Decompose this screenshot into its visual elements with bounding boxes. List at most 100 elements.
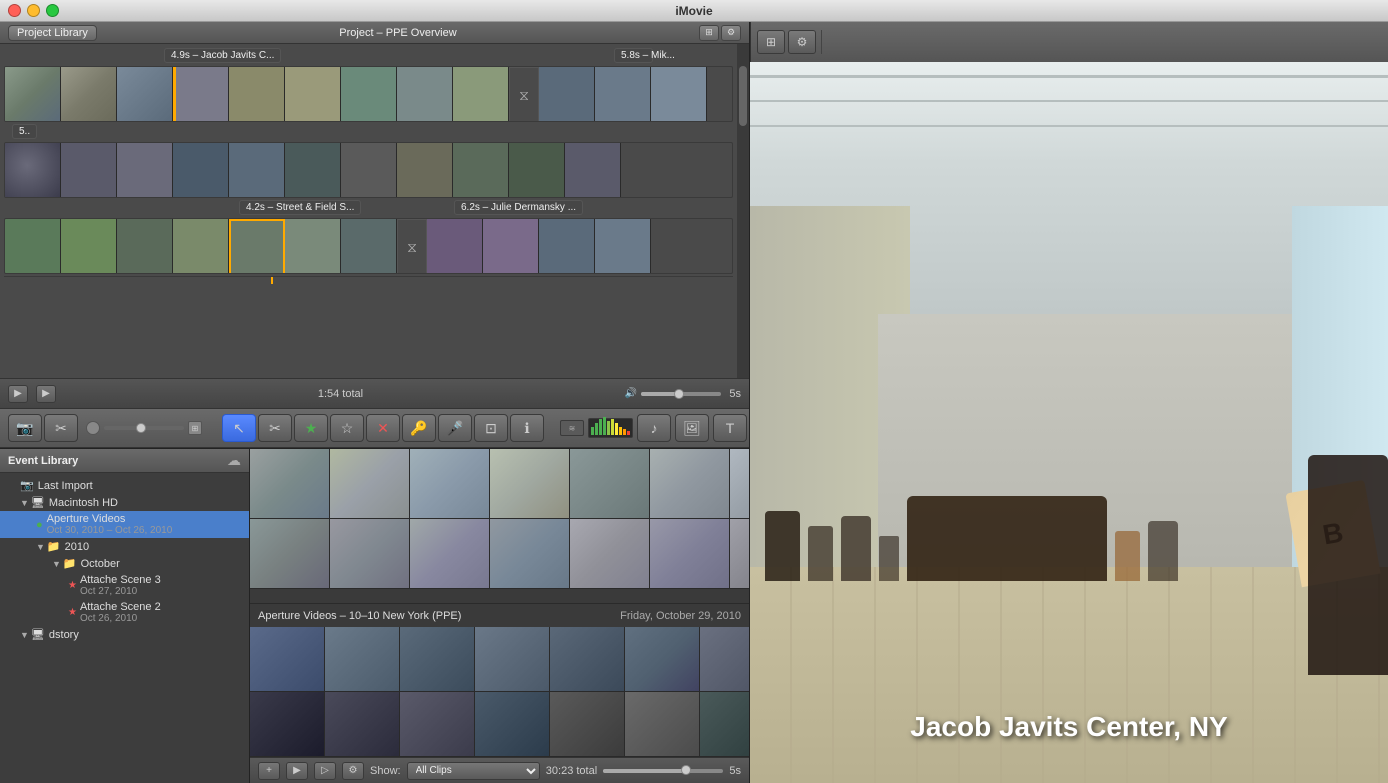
film-cell[interactable] bbox=[397, 67, 453, 122]
settings-btn[interactable]: ⚙ bbox=[788, 30, 816, 54]
project-library-button[interactable]: Project Library bbox=[8, 25, 97, 41]
action-button[interactable]: ⚙ bbox=[721, 25, 741, 41]
clip-thumb[interactable] bbox=[475, 692, 550, 757]
film-cell[interactable] bbox=[341, 143, 397, 198]
film-cell[interactable] bbox=[61, 67, 117, 122]
film-cell[interactable] bbox=[117, 143, 173, 198]
film-cell[interactable] bbox=[173, 67, 229, 122]
zoom-slider[interactable] bbox=[641, 392, 721, 396]
photo-tool[interactable]: 🖼 bbox=[675, 414, 709, 442]
film-cell[interactable] bbox=[595, 67, 651, 122]
clip-thumb[interactable] bbox=[410, 519, 490, 589]
clip-thumb[interactable] bbox=[625, 692, 700, 757]
tree-item-last-import[interactable]: 📷 Last Import bbox=[0, 477, 249, 494]
clip-thumb[interactable] bbox=[490, 519, 570, 589]
film-cell[interactable] bbox=[5, 143, 61, 198]
clip-thumb[interactable] bbox=[700, 627, 749, 692]
clip-thumb[interactable] bbox=[550, 627, 625, 692]
camera-tool[interactable]: 📷 bbox=[8, 414, 42, 442]
event-clip-row-1[interactable] bbox=[250, 449, 749, 519]
film-cell[interactable] bbox=[117, 67, 173, 122]
clip-thumb[interactable] bbox=[410, 449, 490, 519]
clip-thumb[interactable] bbox=[400, 692, 475, 757]
clip-thumb[interactable] bbox=[325, 692, 400, 757]
clip-thumb[interactable] bbox=[250, 692, 325, 757]
film-cell[interactable] bbox=[453, 67, 509, 122]
scrollbar-thumb[interactable] bbox=[739, 66, 747, 126]
film-cell[interactable] bbox=[427, 219, 483, 274]
film-cell[interactable] bbox=[5, 219, 61, 274]
film-cell[interactable] bbox=[285, 67, 341, 122]
event-tree[interactable]: 📷 Last Import ▼ 🖥 Macintosh HD ● Apertur… bbox=[0, 473, 249, 783]
film-cell[interactable] bbox=[483, 219, 539, 274]
film-cell[interactable] bbox=[341, 219, 397, 274]
fit-button[interactable]: ⊞ bbox=[757, 30, 785, 54]
play-button-bc[interactable]: ▶ bbox=[286, 762, 308, 780]
clip-thumb[interactable] bbox=[250, 627, 325, 692]
settings-button[interactable]: ⚙ bbox=[342, 762, 364, 780]
film-cell[interactable] bbox=[539, 219, 595, 274]
minimize-button[interactable] bbox=[27, 4, 40, 17]
clip-thumb[interactable] bbox=[550, 692, 625, 757]
edit-tool[interactable]: ✂ bbox=[44, 414, 78, 442]
play-fullscreen-button[interactable]: ▶ bbox=[36, 385, 56, 403]
clip-thumb[interactable] bbox=[730, 519, 749, 589]
event-clip-row-2[interactable] bbox=[250, 519, 749, 589]
clip-thumb[interactable] bbox=[570, 519, 650, 589]
clip-length-slider[interactable] bbox=[603, 769, 723, 773]
crop-tool[interactable]: ⊡ bbox=[474, 414, 508, 442]
film-cell[interactable] bbox=[173, 219, 229, 274]
clip-thumb[interactable] bbox=[650, 449, 730, 519]
film-cell[interactable] bbox=[173, 143, 229, 198]
film-cell[interactable] bbox=[651, 67, 707, 122]
tree-item-dstory[interactable]: ▼ 🖥 dstory bbox=[0, 626, 249, 643]
favorite-tool[interactable]: ★ bbox=[294, 414, 328, 442]
clip-thumb[interactable] bbox=[250, 449, 330, 519]
tree-item-aperture-videos[interactable]: ● Aperture Videos Oct 30, 2010 – Oct 26,… bbox=[0, 511, 249, 538]
clip-thumb[interactable] bbox=[730, 449, 749, 519]
film-cell[interactable] bbox=[509, 143, 565, 198]
clip-thumb[interactable] bbox=[700, 692, 749, 757]
film-cell[interactable] bbox=[341, 67, 397, 122]
film-cell[interactable] bbox=[285, 219, 341, 274]
window-controls[interactable] bbox=[8, 4, 59, 17]
transition-icon[interactable]: ⧖ bbox=[397, 219, 427, 274]
clip-thumb[interactable] bbox=[250, 519, 330, 589]
transition-icon[interactable]: ⧖ bbox=[509, 67, 539, 122]
select-tool[interactable]: ↖ bbox=[222, 414, 256, 442]
close-button[interactable] bbox=[8, 4, 21, 17]
clip-thumb[interactable] bbox=[325, 627, 400, 692]
film-cell[interactable] bbox=[61, 219, 117, 274]
event-clip-row-4[interactable] bbox=[250, 692, 749, 757]
clip-thumb[interactable] bbox=[490, 449, 570, 519]
tree-item-attache-scene-3[interactable]: ★ Attache Scene 3 Oct 27, 2010 bbox=[0, 572, 249, 599]
film-cell[interactable] bbox=[229, 143, 285, 198]
film-cell[interactable] bbox=[229, 67, 285, 122]
timeline-clip-area[interactable]: 4.9s – Jacob Javits C... 5.8s – Mik... bbox=[0, 44, 749, 378]
show-select[interactable]: All Clips Favorites Favorites and Reject… bbox=[407, 762, 540, 780]
tree-item-macintosh-hd[interactable]: ▼ 🖥 Macintosh HD bbox=[0, 494, 249, 511]
tree-item-2010[interactable]: ▼ 📁 2010 bbox=[0, 538, 249, 555]
voiceover-tool[interactable]: 🎤 bbox=[438, 414, 472, 442]
film-cell[interactable] bbox=[453, 143, 509, 198]
play-loop-button[interactable]: ▷ bbox=[314, 762, 336, 780]
film-cell[interactable] bbox=[61, 143, 117, 198]
info-tool[interactable]: ℹ bbox=[510, 414, 544, 442]
film-cell[interactable] bbox=[229, 219, 285, 274]
tree-item-attache-scene-2[interactable]: ★ Attache Scene 2 Oct 26, 2010 bbox=[0, 599, 249, 626]
unfavorite-tool[interactable]: ☆ bbox=[330, 414, 364, 442]
clip-thumb[interactable] bbox=[650, 519, 730, 589]
icloud-button[interactable]: ☁ bbox=[227, 452, 241, 469]
film-cell[interactable] bbox=[565, 143, 621, 198]
view-toggle-button[interactable]: ⊞ bbox=[699, 25, 719, 41]
title-tool[interactable]: T bbox=[713, 414, 747, 442]
film-cell[interactable] bbox=[5, 67, 61, 122]
trim-tool[interactable]: ✂ bbox=[258, 414, 292, 442]
filmstrip-row2[interactable] bbox=[4, 142, 733, 198]
film-cell[interactable] bbox=[595, 219, 651, 274]
maximize-button[interactable] bbox=[46, 4, 59, 17]
keyword-tool[interactable]: 🔑 bbox=[402, 414, 436, 442]
clip-browser[interactable] bbox=[250, 449, 749, 603]
tree-item-october[interactable]: ▼ 📁 October bbox=[0, 555, 249, 572]
film-cell[interactable] bbox=[539, 67, 595, 122]
